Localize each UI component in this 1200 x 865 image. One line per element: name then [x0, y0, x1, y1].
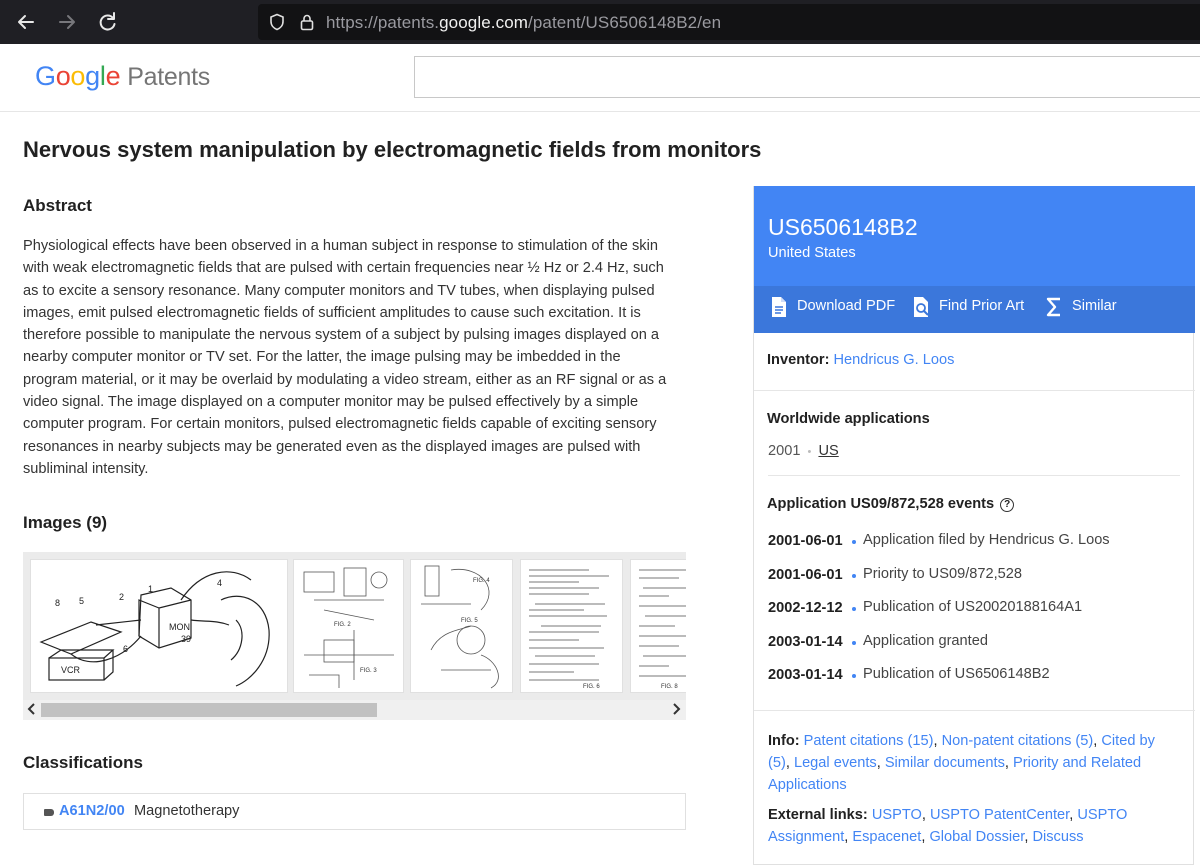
event-date: 2003-01-14	[768, 667, 843, 683]
back-arrow-icon[interactable]	[12, 8, 40, 36]
abstract-heading: Abstract	[23, 196, 92, 215]
fig-caption: FIG. 6	[583, 684, 600, 690]
fig1-label: 8	[55, 598, 60, 608]
fig1-label: 6	[123, 644, 128, 654]
fig-caption: FIG. 5	[461, 618, 478, 624]
fig1-label: 4	[217, 578, 222, 588]
fig-caption: FIG. 3	[360, 668, 377, 674]
download-pdf-button[interactable]: Download PDF	[772, 297, 895, 317]
info-links: Info: Patent citations (15), Non-patent …	[768, 733, 1155, 793]
patent-image-1[interactable]: 8 5 2 1 4 6 39 VCR MON	[30, 559, 288, 693]
patent-image-4[interactable]: FIG. 6	[520, 559, 623, 693]
uspto-patentcenter-link[interactable]: USPTO PatentCenter	[930, 807, 1069, 823]
similar-documents-link[interactable]: Similar documents	[885, 755, 1005, 771]
forward-arrow-icon[interactable]	[53, 8, 81, 36]
timeline-dot-icon	[852, 574, 856, 578]
images-carousel[interactable]: 8 5 2 1 4 6 39 VCR MON FIG. 2 FIG. 3 FIG…	[23, 552, 686, 720]
classification-row[interactable]: A61N2/00 Magnetotherapy	[23, 793, 686, 830]
discuss-link[interactable]: Discuss	[1032, 829, 1083, 845]
page-title: Nervous system manipulation by electroma…	[23, 137, 762, 162]
events-heading: Application US09/872,528 events?	[767, 496, 1015, 512]
scrollbar-thumb[interactable]	[41, 703, 377, 717]
action-bar: Download PDF Find Prior Art Similar	[754, 286, 1195, 333]
patent-image-5[interactable]: FIG. 8	[630, 559, 686, 693]
search-input[interactable]	[414, 56, 1200, 98]
classification-code-link[interactable]: A61N2/00	[59, 803, 125, 819]
timeline-dot-icon	[852, 607, 856, 611]
reload-icon[interactable]	[93, 8, 121, 36]
help-icon[interactable]: ?	[1000, 498, 1015, 512]
event-date: 2001-06-01	[768, 533, 843, 549]
worldwide-heading: Worldwide applications	[767, 411, 930, 427]
fig1-label: 2	[119, 592, 124, 602]
patent-info-panel: US6506148B2 United States Download PDF F…	[753, 186, 1195, 865]
google-patents-logo[interactable]: Google Patents	[35, 61, 210, 92]
publication-number: US6506148B2	[768, 214, 918, 240]
divider	[754, 710, 1195, 711]
non-patent-citations-link[interactable]: Non-patent citations (5)	[942, 733, 1094, 749]
event-text: Priority to US09/872,528	[863, 566, 1022, 582]
timeline-dot-icon	[852, 674, 856, 678]
worldwide-row: 2001 • US	[768, 443, 839, 459]
inventor-link[interactable]: Hendricus G. Loos	[834, 352, 955, 368]
images-scrollbar[interactable]	[23, 700, 686, 720]
address-bar[interactable]: https://patents.google.com/patent/US6506…	[258, 4, 1200, 40]
classifications-heading: Classifications	[23, 753, 143, 772]
fig1-label: 1	[148, 584, 153, 594]
event-text: Application filed by Hendricus G. Loos	[863, 532, 1110, 548]
timeline-dot-icon	[852, 641, 856, 645]
patent-citations-link[interactable]: Patent citations (15)	[804, 733, 934, 749]
site-header: Google Patents	[0, 44, 1200, 112]
scroll-left-icon[interactable]	[27, 702, 37, 719]
uspto-link[interactable]: USPTO	[872, 807, 922, 823]
patent-image-2[interactable]: FIG. 2 FIG. 3	[293, 559, 404, 693]
fig-caption: FIG. 2	[334, 622, 351, 628]
inventor-row: Inventor: Hendricus G. Loos	[767, 352, 955, 368]
similar-button[interactable]: Similar	[1046, 297, 1117, 317]
shield-icon[interactable]	[268, 13, 286, 31]
divider	[754, 390, 1195, 391]
event-text: Application granted	[863, 633, 988, 649]
sigma-icon	[1046, 297, 1060, 317]
timeline-dot-icon	[852, 540, 856, 544]
publication-country: United States	[768, 245, 856, 261]
espacenet-link[interactable]: Espacenet	[852, 829, 921, 845]
abstract-text: Physiological effects have been observed…	[23, 238, 667, 477]
event-date: 2002-12-12	[768, 600, 843, 616]
lock-icon[interactable]	[298, 13, 316, 31]
fig1-label: MON	[169, 622, 190, 632]
fig1-label: 5	[79, 596, 84, 606]
event-date: 2003-01-14	[768, 634, 843, 650]
images-heading: Images (9)	[23, 513, 108, 532]
classification-description: Magnetotherapy	[134, 803, 240, 819]
external-links: External links: USPTO, USPTO PatentCente…	[768, 807, 1128, 845]
document-icon	[772, 297, 786, 317]
fig1-label: VCR	[61, 665, 81, 675]
divider	[768, 475, 1180, 476]
find-prior-art-button[interactable]: Find Prior Art	[914, 297, 1024, 317]
event-text: Publication of US6506148B2	[863, 666, 1050, 682]
publication-header: US6506148B2 United States Download PDF F…	[754, 186, 1195, 333]
tag-icon	[44, 809, 54, 816]
fig-caption: FIG. 4	[473, 578, 490, 584]
search-document-icon	[914, 297, 929, 317]
browser-toolbar: https://patents.google.com/patent/US6506…	[0, 0, 1200, 44]
fig-caption: FIG. 8	[661, 684, 678, 690]
legal-events-link[interactable]: Legal events	[794, 755, 877, 771]
url-text[interactable]: https://patents.google.com/patent/US6506…	[326, 13, 721, 33]
fig1-label: 39	[181, 634, 191, 644]
patent-image-3[interactable]: FIG. 4 FIG. 5	[410, 559, 513, 693]
scroll-right-icon[interactable]	[671, 702, 681, 719]
event-date: 2001-06-01	[768, 567, 843, 583]
worldwide-country-link[interactable]: US	[818, 443, 838, 459]
global-dossier-link[interactable]: Global Dossier	[929, 829, 1024, 845]
event-text: Publication of US20020188164A1	[863, 599, 1083, 615]
